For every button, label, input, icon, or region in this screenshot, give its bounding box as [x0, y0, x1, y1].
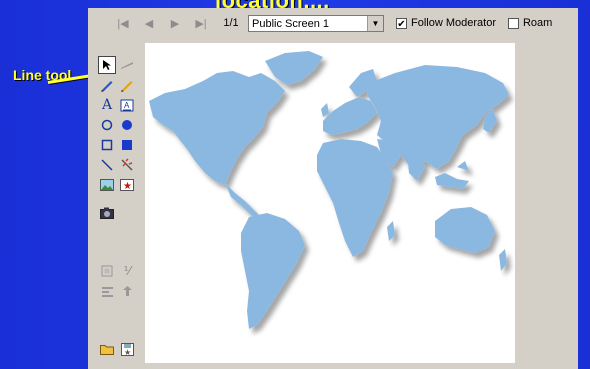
open-folder-icon[interactable] — [98, 340, 116, 358]
magic-wand-icon[interactable] — [118, 156, 136, 174]
page-count: 1/1 — [223, 17, 239, 29]
scale-icon[interactable]: ⅟ — [118, 262, 136, 280]
last-page-icon[interactable]: ▶| — [188, 17, 214, 30]
prev-page-icon[interactable]: ◀ — [136, 17, 162, 30]
text-icon[interactable]: A — [98, 96, 116, 114]
rectangle-outline-icon[interactable] — [98, 136, 116, 154]
align-left-icon[interactable] — [98, 282, 116, 300]
svg-text:★: ★ — [123, 181, 132, 191]
svg-text:★: ★ — [124, 348, 131, 356]
pointer-icon[interactable] — [98, 56, 116, 74]
align-up-icon[interactable] — [118, 282, 136, 300]
image-icon[interactable] — [98, 176, 116, 194]
ellipse-outline-icon[interactable] — [98, 116, 116, 134]
pencil-icon[interactable] — [118, 76, 136, 94]
rectangle-filled-icon[interactable] — [118, 136, 136, 154]
straight-line-icon[interactable] — [98, 156, 116, 174]
roam-label: Roam — [522, 17, 553, 29]
text-box-icon[interactable]: A — [118, 96, 136, 114]
first-page-icon[interactable]: |◀ — [110, 17, 136, 30]
next-page-icon[interactable]: ▶ — [162, 17, 188, 30]
save-icon[interactable]: ★ — [118, 340, 136, 358]
whiteboard-canvas[interactable] — [145, 43, 515, 363]
screen-select[interactable]: Public Screen 1 ▼ — [248, 14, 384, 32]
follow-moderator-label: Follow Moderator — [411, 17, 496, 29]
svg-text:A: A — [124, 101, 130, 110]
screen-select-value: Public Screen 1 — [252, 17, 330, 30]
roam-checkbox[interactable] — [507, 17, 519, 29]
status-bar — [88, 364, 578, 369]
whiteboard-app: |◀ ◀ ▶ ▶| 1/1 Public Screen 1 ▼ ✔ Follow… — [88, 8, 578, 369]
highlighter-icon[interactable] — [118, 56, 136, 74]
camera-icon[interactable] — [98, 204, 116, 222]
stamp-icon[interactable]: ★ — [118, 176, 136, 194]
follow-moderator-checkbox[interactable]: ✔ — [396, 17, 407, 30]
line-pen-icon[interactable] — [98, 76, 116, 94]
chevron-down-icon[interactable]: ▼ — [367, 15, 383, 31]
copy-icon[interactable] — [98, 262, 116, 280]
toolbar: |◀ ◀ ▶ ▶| 1/1 Public Screen 1 ▼ ✔ Follow… — [88, 8, 578, 38]
world-map-image — [149, 51, 509, 329]
tool-palette: A A ★ ⅟ ★ — [98, 56, 144, 360]
ellipse-filled-icon[interactable] — [118, 116, 136, 134]
